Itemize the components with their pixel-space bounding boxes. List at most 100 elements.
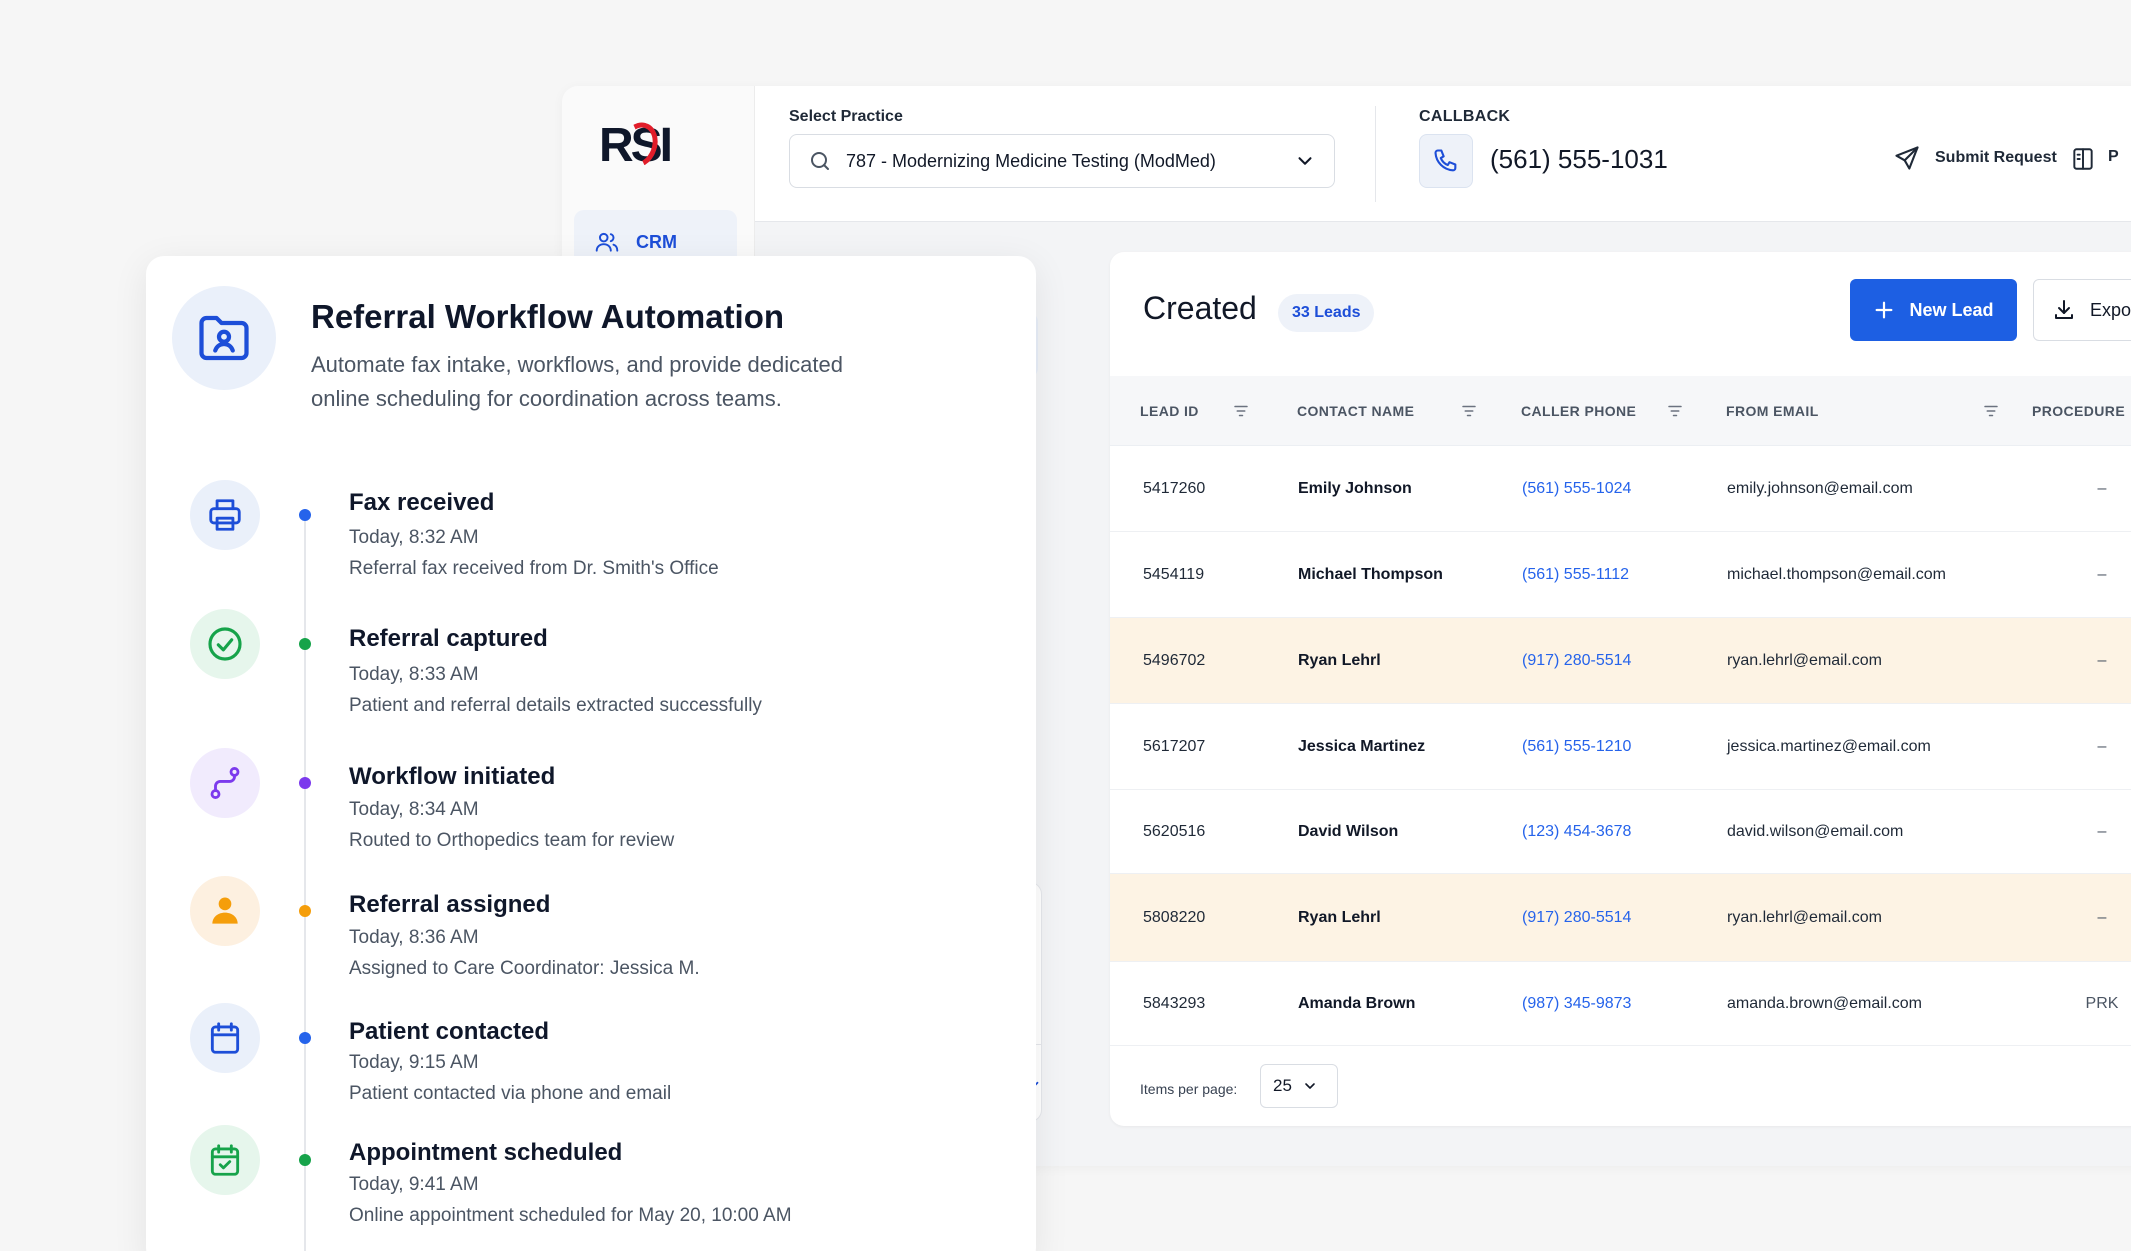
filter-icon[interactable]	[1982, 402, 2000, 420]
caller-phone-link[interactable]: (561) 555-1112	[1522, 532, 1629, 617]
chevron-down-icon	[1298, 157, 1312, 165]
sidebar-item-label: CRM	[636, 231, 677, 252]
referral-title: Referral Workflow Automation	[311, 298, 785, 335]
procedure-cell: –	[2097, 822, 2107, 840]
contact-name-cell: Amanda Brown	[1298, 994, 1416, 1012]
table-row[interactable]: 5496702 Ryan Lehrl (917) 280-5514 ryan.l…	[1110, 618, 2131, 704]
column-header-label: CONTACT NAME	[1297, 403, 1415, 419]
book-icon[interactable]	[2070, 146, 2096, 172]
step-icon-badge	[190, 1003, 260, 1073]
column-header-from-email[interactable]: FROM EMAIL	[1726, 376, 1998, 446]
lead-id-cell: 5496702	[1143, 651, 1206, 669]
step-description: Routed to Orthopedics team for review	[349, 830, 675, 851]
leads-title: Created	[1143, 290, 1257, 326]
column-header-caller-phone[interactable]: CALLER PHONE	[1521, 376, 1682, 446]
chevron-down-icon	[1305, 1083, 1315, 1089]
lead-id-cell: 5620516	[1143, 822, 1206, 840]
column-header-label: PROCEDURE	[2032, 403, 2126, 419]
calendar-icon	[210, 1022, 240, 1054]
contact-name-cell: Michael Thompson	[1298, 565, 1443, 583]
step-icon-badge	[190, 1125, 260, 1195]
caller-phone-link[interactable]: (123) 454-3678	[1522, 790, 1631, 873]
crm-topbar: Select Practice 787 - Modernizing Medici…	[755, 86, 2131, 222]
export-button[interactable]: Expo	[2033, 279, 2131, 341]
procedure-cell: –	[2097, 479, 2107, 497]
callback-call-button[interactable]	[1419, 134, 1473, 188]
from-email-cell: michael.thompson@email.com	[1727, 565, 1946, 583]
table-row[interactable]: 5843293 Amanda Brown (987) 345-9873 aman…	[1110, 962, 2131, 1046]
timeline-dot	[299, 1032, 311, 1044]
caller-phone-link[interactable]: (987) 345-9873	[1522, 962, 1631, 1045]
search-icon	[811, 152, 829, 170]
column-header-label: FROM EMAIL	[1726, 403, 1819, 419]
table-row[interactable]: 5808220 Ryan Lehrl (917) 280-5514 ryan.l…	[1110, 874, 2131, 962]
submit-request-button[interactable]: Submit Request	[1893, 144, 2057, 172]
practice-select[interactable]: 787 - Modernizing Medicine Testing (ModM…	[789, 134, 1335, 188]
column-header-procedure[interactable]: PROCEDURE	[2032, 376, 2125, 446]
phone-icon	[1434, 149, 1457, 172]
column-header-label: LEAD ID	[1140, 403, 1199, 419]
folder-user-icon	[199, 315, 249, 361]
step-time: Today, 8:36 AM	[349, 927, 479, 948]
caller-phone-link[interactable]: (917) 280-5514	[1522, 618, 1631, 703]
check-circle-icon	[208, 627, 242, 661]
contact-name-cell: Jessica Martinez	[1298, 737, 1426, 755]
truncated-action-label[interactable]: P	[2108, 148, 2119, 166]
column-header-contact-name[interactable]: CONTACT NAME	[1297, 376, 1476, 446]
send-icon	[1895, 146, 1919, 170]
step-description: Patient contacted via phone and email	[349, 1083, 672, 1104]
procedure-cell: –	[2097, 651, 2107, 669]
practice-select-value: 787 - Modernizing Medicine Testing (ModM…	[846, 150, 1216, 171]
items-per-page-value: 25	[1273, 1076, 1292, 1095]
caller-phone-link[interactable]: (561) 555-1210	[1522, 704, 1631, 789]
table-row[interactable]: 5620516 David Wilson (123) 454-3678 davi…	[1110, 790, 2131, 874]
filter-icon[interactable]	[1232, 402, 1250, 420]
contact-name-cell: Ryan Lehrl	[1298, 651, 1381, 669]
plus-icon	[1876, 301, 1893, 319]
items-per-page-select[interactable]: 25	[1260, 1064, 1338, 1108]
from-email-cell: emily.johnson@email.com	[1727, 479, 1913, 497]
column-header-label: CALLER PHONE	[1521, 403, 1637, 419]
step-time: Today, 8:33 AM	[349, 664, 479, 685]
download-icon	[2055, 300, 2073, 319]
new-lead-label: New Lead	[1909, 299, 1994, 320]
lead-id-cell: 5843293	[1143, 994, 1206, 1012]
timeline-dot	[299, 509, 311, 521]
step-title: Referral captured	[349, 625, 548, 652]
timeline-dot	[299, 1154, 311, 1166]
rsi-logo: RSI	[599, 117, 679, 173]
timeline-line	[304, 516, 306, 1251]
caller-phone-link[interactable]: (917) 280-5514	[1522, 874, 1631, 961]
filter-icon[interactable]	[1666, 402, 1684, 420]
filter-icon[interactable]	[1460, 402, 1478, 420]
lead-id-cell: 5808220	[1143, 908, 1206, 926]
from-email-cell: amanda.brown@email.com	[1727, 994, 1922, 1012]
step-description: Online appointment scheduled for May 20,…	[349, 1205, 792, 1226]
table-row[interactable]: 5454119 Michael Thompson (561) 555-1112 …	[1110, 532, 2131, 618]
new-lead-button[interactable]: New Lead	[1850, 279, 2017, 341]
procedure-cell: –	[2097, 565, 2107, 583]
step-description: Assigned to Care Coordinator: Jessica M.	[349, 958, 700, 979]
table-row[interactable]: 5417260 Emily Johnson (561) 555-1024 emi…	[1110, 446, 2131, 532]
caller-phone-link[interactable]: (561) 555-1024	[1522, 446, 1631, 531]
table-row[interactable]: 5617207 Jessica Martinez (561) 555-1210 …	[1110, 704, 2131, 790]
export-label: Expo	[2090, 299, 2131, 320]
timeline-dot	[299, 777, 311, 789]
calendar-check-icon	[210, 1144, 240, 1176]
column-header-lead-id[interactable]: LEAD ID	[1140, 376, 1248, 446]
lead-id-cell: 5617207	[1143, 737, 1206, 755]
callback-number: (561) 555-1031	[1490, 144, 1668, 174]
from-email-cell: ryan.lehrl@email.com	[1727, 908, 1882, 926]
referral-description: Automate fax intake, workflows, and prov…	[311, 352, 843, 411]
referral-workflow-card: Referral Workflow Automation Automate fa…	[146, 256, 1036, 1251]
step-time: Today, 8:34 AM	[349, 799, 479, 820]
contact-name-cell: Ryan Lehrl	[1298, 908, 1381, 926]
users-icon	[595, 232, 619, 252]
submit-request-label: Submit Request	[1935, 149, 2057, 166]
from-email-cell: ryan.lehrl@email.com	[1727, 651, 1882, 669]
table-header: LEAD ID CONTACT NAME CALLER PHONE FROM E…	[1110, 376, 2131, 446]
step-title: Fax received	[349, 489, 495, 516]
select-practice-label: Select Practice	[789, 108, 903, 125]
lead-id-cell: 5417260	[1143, 479, 1206, 497]
leads-count-badge: 33 Leads	[1278, 294, 1375, 332]
